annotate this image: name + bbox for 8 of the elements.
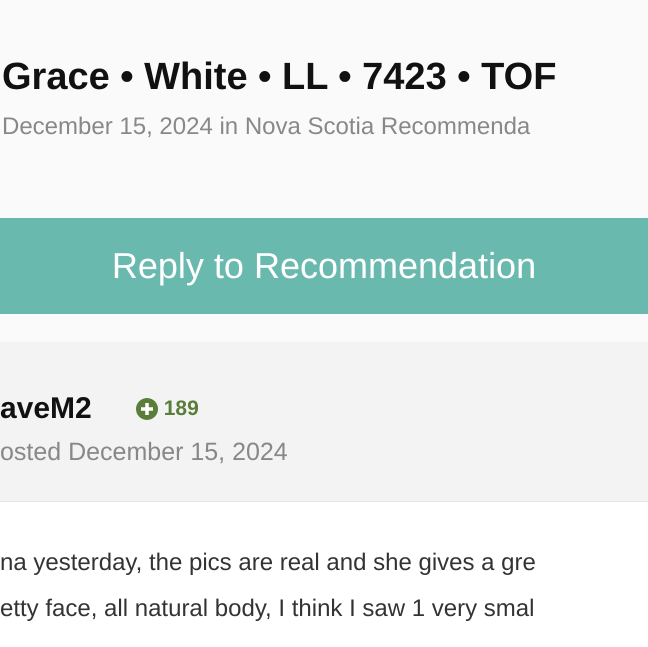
author-name[interactable]: aveM2 [0, 392, 92, 426]
reputation-count: 189 [164, 397, 199, 421]
post-date: osted December 15, 2024 [0, 438, 288, 467]
plus-icon [136, 398, 158, 420]
topic-meta: December 15, 2024 in Nova Scotia Recommenda [2, 113, 530, 141]
post-text: etty face, all natural body, I think I saw 1 very smal [0, 594, 534, 624]
topic-title: Grace • White • LL • 7423 • TOF [2, 56, 556, 99]
post-text: na yesterday, the pics are real and she gives a gre [0, 548, 536, 578]
